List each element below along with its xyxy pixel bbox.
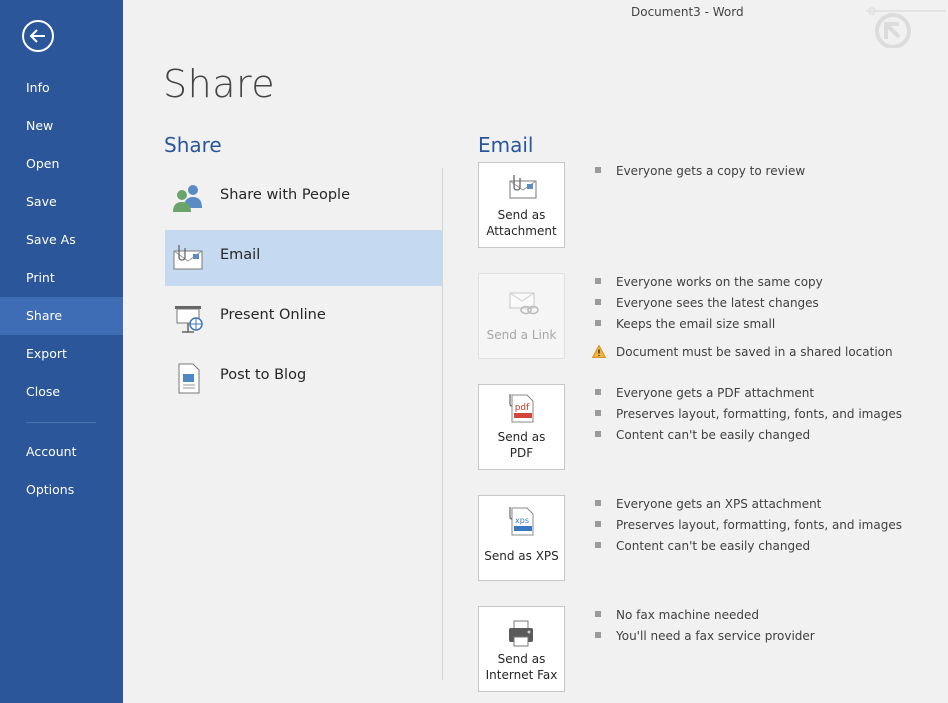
nav-share[interactable]: Share	[0, 297, 123, 335]
attachment-bullets: Everyone gets a copy to review	[595, 163, 805, 184]
nav-account[interactable]: Account	[0, 433, 123, 471]
bullet-item: Preserves layout, formatting, fonts, and…	[595, 406, 902, 427]
nav-info[interactable]: Info	[0, 69, 123, 107]
back-button[interactable]	[22, 20, 54, 52]
send-as-pdf-label-1: Send as	[497, 430, 546, 444]
send-as-attachment-label-2: Attachment	[486, 224, 557, 238]
share-heading: Share	[164, 133, 222, 157]
email-label: Email	[220, 247, 261, 263]
section-divider	[442, 168, 443, 680]
watermark-logo-icon	[866, 7, 946, 48]
warning-text: Document must be saved in a shared locat…	[616, 345, 893, 359]
attachment-icon	[509, 175, 537, 199]
send-a-link-label: Send a Link	[486, 328, 557, 342]
backstage-sidebar: Info New Open Save Save As Print Share E…	[0, 0, 123, 703]
email-icon	[173, 245, 203, 270]
send-as-attachment-label-1: Send as	[497, 208, 546, 222]
bullet-item: Content can't be easily changed	[595, 538, 902, 559]
send-as-pdf-button[interactable]: pdf Send as PDF	[478, 384, 565, 470]
page-title: Share	[163, 62, 276, 106]
nav-export[interactable]: Export	[0, 335, 123, 373]
present-online-icon	[175, 306, 203, 333]
send-as-internet-fax-button[interactable]: Send as Internet Fax	[478, 606, 565, 692]
bullet-item: Everyone sees the latest changes	[595, 295, 893, 316]
email-option[interactable]: Email	[165, 230, 442, 286]
svg-text:xps: xps	[515, 516, 529, 525]
bullet-item: Keeps the email size small	[595, 316, 893, 337]
bullet-item: Everyone gets an XPS attachment	[595, 496, 902, 517]
people-icon	[173, 185, 202, 212]
post-to-blog-option[interactable]: Post to Blog	[165, 350, 442, 406]
send-as-attachment-button[interactable]: Send as Attachment	[478, 162, 565, 248]
nav-save-as[interactable]: Save As	[0, 221, 123, 259]
fax-icon	[509, 620, 533, 647]
send-a-link-button[interactable]: Send a Link	[478, 273, 565, 359]
bullet-item: No fax machine needed	[595, 607, 815, 628]
nav-options[interactable]: Options	[0, 471, 123, 509]
bullet-item: You'll need a fax service provider	[595, 628, 815, 649]
bullet-item: Everyone works on the same copy	[595, 274, 893, 295]
window-title: Document3 - Word	[631, 5, 744, 19]
nav-open[interactable]: Open	[0, 145, 123, 183]
nav-close[interactable]: Close	[0, 373, 123, 411]
pdf-bullets: Everyone gets a PDF attachment Preserves…	[595, 385, 902, 448]
pdf-icon: pdf	[509, 394, 534, 423]
link-icon	[509, 292, 539, 315]
send-as-fax-label-2: Internet Fax	[485, 668, 558, 682]
nav-print[interactable]: Print	[0, 259, 123, 297]
warning-item: Document must be saved in a shared locat…	[592, 344, 893, 365]
xps-icon: xps	[509, 507, 534, 536]
bullet-item: Preserves layout, formatting, fonts, and…	[595, 517, 902, 538]
share-with-people-label: Share with People	[220, 187, 350, 203]
warning-icon	[592, 345, 606, 358]
link-bullets: Everyone works on the same copy Everyone…	[592, 274, 893, 365]
email-heading: Email	[478, 133, 534, 157]
fax-bullets: No fax machine needed You'll need a fax …	[595, 607, 815, 649]
bullet-item: Everyone gets a PDF attachment	[595, 385, 902, 406]
arrow-left-icon	[29, 29, 45, 43]
send-as-fax-label-1: Send as	[497, 652, 546, 666]
nav-save[interactable]: Save	[0, 183, 123, 221]
send-as-pdf-label-2: PDF	[509, 446, 534, 460]
nav-divider	[26, 422, 96, 423]
bullet-item: Content can't be easily changed	[595, 427, 902, 448]
send-as-xps-button[interactable]: xps Send as XPS	[478, 495, 565, 581]
present-online-option[interactable]: Present Online	[165, 290, 442, 346]
share-with-people-option[interactable]: Share with People	[165, 170, 442, 226]
xps-bullets: Everyone gets an XPS attachment Preserve…	[595, 496, 902, 559]
bullet-item: Everyone gets a copy to review	[595, 163, 805, 184]
post-to-blog-label: Post to Blog	[220, 367, 307, 383]
svg-text:pdf: pdf	[515, 403, 530, 413]
present-online-label: Present Online	[220, 307, 326, 323]
blog-icon	[178, 363, 200, 394]
nav-new[interactable]: New	[0, 107, 123, 145]
send-as-xps-label: Send as XPS	[484, 549, 559, 563]
